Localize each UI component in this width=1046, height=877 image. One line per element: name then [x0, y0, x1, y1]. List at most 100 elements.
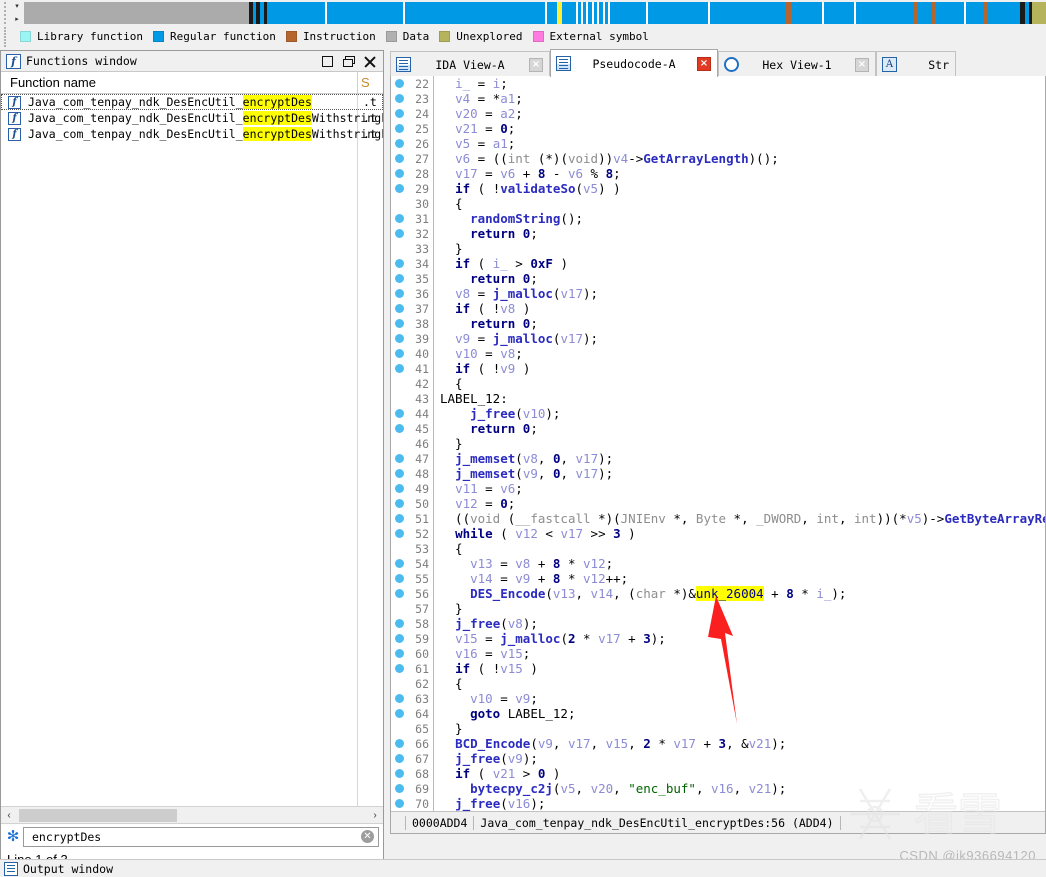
column-header-function-name[interactable]: Function name — [1, 75, 96, 90]
code-text[interactable]: v20 = a2; — [440, 106, 523, 121]
navigator-segment[interactable] — [648, 2, 708, 24]
code-text[interactable]: goto LABEL_12; — [440, 706, 575, 721]
code-text[interactable]: return 0; — [440, 226, 538, 241]
code-text[interactable]: v12 = 0; — [440, 496, 515, 511]
code-line[interactable]: 62 { — [391, 676, 1045, 691]
navigator-arrows[interactable]: ▾ ▸ — [10, 0, 24, 26]
code-line[interactable]: 32 return 0; — [391, 226, 1045, 241]
navigator-segment[interactable] — [966, 2, 984, 24]
code-text[interactable]: j_memset(v9, 0, v17); — [440, 466, 613, 481]
code-line[interactable]: 60 v16 = v15; — [391, 646, 1045, 661]
code-text[interactable]: v13 = v8 + 8 * v12; — [440, 556, 613, 571]
breakpoint-dot-icon[interactable] — [395, 784, 404, 793]
scroll-track[interactable] — [17, 808, 367, 822]
code-text[interactable]: } — [440, 241, 463, 256]
breakpoint-dot-icon[interactable] — [395, 94, 404, 103]
code-text[interactable]: BCD_Encode(v9, v17, v15, 2 * v17 + 3, &v… — [440, 736, 786, 751]
code-line[interactable]: 66 BCD_Encode(v9, v17, v15, 2 * v17 + 3,… — [391, 736, 1045, 751]
code-line[interactable]: 48 j_memset(v9, 0, v17); — [391, 466, 1045, 481]
code-line[interactable]: 37 if ( !v8 ) — [391, 301, 1045, 316]
breakpoint-dot-icon[interactable] — [395, 364, 404, 373]
code-line[interactable]: 57 } — [391, 601, 1045, 616]
table-row[interactable]: f Java_com_tenpay_ndk_DesEncUtil_encryptD… — [1, 126, 383, 142]
output-window-bar[interactable]: Output window — [0, 859, 1046, 877]
breakpoint-dot-icon[interactable] — [395, 79, 404, 88]
code-text[interactable]: if ( !v9 ) — [440, 361, 530, 376]
tab-ida-view-a[interactable]: IDA View-A × — [390, 51, 550, 77]
navigator-strip[interactable] — [24, 2, 1046, 24]
code-text[interactable]: v11 = v6; — [440, 481, 523, 496]
scroll-thumb[interactable] — [19, 808, 177, 822]
code-text[interactable]: if ( !v8 ) — [440, 301, 530, 316]
code-text[interactable]: v15 = j_malloc(2 * v17 + 3); — [440, 631, 666, 646]
navigator-segment[interactable] — [856, 2, 914, 24]
breakpoint-dot-icon[interactable] — [395, 694, 404, 703]
code-text[interactable]: v5 = a1; — [440, 136, 515, 151]
code-text[interactable]: v6 = ((int (*)(void))v4->GetArrayLength)… — [440, 151, 779, 166]
code-line[interactable]: 53 { — [391, 541, 1045, 556]
navigator-segment[interactable] — [710, 2, 786, 24]
code-text[interactable]: j_free(v10); — [440, 406, 560, 421]
code-text[interactable]: if ( !v15 ) — [440, 661, 538, 676]
code-line[interactable]: 50 v12 = 0; — [391, 496, 1045, 511]
code-text[interactable]: randomString(); — [440, 211, 583, 226]
code-text[interactable]: { — [440, 376, 463, 391]
code-line[interactable]: 42 { — [391, 376, 1045, 391]
breakpoint-dot-icon[interactable] — [395, 724, 404, 733]
code-line[interactable]: 47 j_memset(v8, 0, v17); — [391, 451, 1045, 466]
code-line[interactable]: 25 v21 = 0; — [391, 121, 1045, 136]
code-line[interactable]: 46 } — [391, 436, 1045, 451]
code-text[interactable]: } — [440, 436, 463, 451]
functions-horizontal-scrollbar[interactable]: ‹ › — [1, 806, 383, 823]
code-line[interactable]: 44 j_free(v10); — [391, 406, 1045, 421]
breakpoint-dot-icon[interactable] — [395, 124, 404, 133]
breakpoint-dot-icon[interactable] — [395, 769, 404, 778]
code-text[interactable]: v8 = j_malloc(v17); — [440, 286, 598, 301]
breakpoint-dot-icon[interactable] — [395, 109, 404, 118]
tab-close-icon[interactable]: × — [855, 57, 869, 72]
functions-column-header[interactable]: Function name S — [1, 72, 383, 94]
code-line[interactable]: 64 goto LABEL_12; — [391, 706, 1045, 721]
navigator-segment[interactable] — [267, 2, 325, 24]
code-line[interactable]: 58 j_free(v8); — [391, 616, 1045, 631]
scroll-left-icon[interactable]: ‹ — [1, 810, 17, 821]
code-line[interactable]: 26 v5 = a1; — [391, 136, 1045, 151]
breakpoint-dot-icon[interactable] — [395, 139, 404, 148]
maximize-icon[interactable] — [322, 55, 333, 67]
code-line[interactable]: 45 return 0; — [391, 421, 1045, 436]
breakpoint-dot-icon[interactable] — [395, 154, 404, 163]
breakpoint-dot-icon[interactable] — [395, 199, 404, 208]
scroll-right-icon[interactable]: › — [367, 810, 383, 821]
breakpoint-dot-icon[interactable] — [395, 334, 404, 343]
code-line[interactable]: 38 return 0; — [391, 316, 1045, 331]
code-text[interactable]: { — [440, 196, 463, 211]
navigator-band[interactable]: ▾ ▸ — [0, 0, 1046, 36]
breakpoint-dot-icon[interactable] — [395, 184, 404, 193]
navigator-segment[interactable] — [936, 2, 964, 24]
view-tabstrip[interactable]: IDA View-A × Pseudocode-A × Hex View-1 × A Str — [390, 48, 1046, 77]
code-text[interactable]: i_ = i; — [440, 76, 508, 91]
breakpoint-dot-icon[interactable] — [395, 634, 404, 643]
tab-pseudocode-a[interactable]: Pseudocode-A × — [550, 49, 718, 77]
navigator-segment[interactable] — [24, 2, 249, 24]
code-line[interactable]: 36 v8 = j_malloc(v17); — [391, 286, 1045, 301]
breakpoint-dot-icon[interactable] — [395, 619, 404, 628]
segment-cell[interactable]: .t — [363, 111, 377, 125]
navigator-segment[interactable] — [918, 2, 932, 24]
code-line[interactable]: 49 v11 = v6; — [391, 481, 1045, 496]
code-text[interactable]: } — [440, 721, 463, 736]
breakpoint-dot-icon[interactable] — [395, 349, 404, 358]
code-text[interactable]: while ( v12 < v17 >> 3 ) — [440, 526, 636, 541]
code-text[interactable]: v10 = v9; — [440, 691, 538, 706]
navigator-segment[interactable] — [610, 2, 646, 24]
clear-circle-icon[interactable]: ✕ — [361, 830, 374, 843]
breakpoint-dot-icon[interactable] — [395, 469, 404, 478]
code-text[interactable]: j_free(v16); — [440, 796, 545, 811]
breakpoint-dot-icon[interactable] — [395, 499, 404, 508]
code-line[interactable]: 69 bytecpy_c2j(v5, v20, "enc_buf", v16, … — [391, 781, 1045, 796]
code-text[interactable]: j_free(v8); — [440, 616, 538, 631]
code-line[interactable]: 70 j_free(v16); — [391, 796, 1045, 811]
code-line[interactable]: 43 LABEL_12: — [391, 391, 1045, 406]
breakpoint-dot-icon[interactable] — [395, 664, 404, 673]
function-name-cell[interactable]: Java_com_tenpay_ndk_DesEncUtil_encryptDe… — [28, 127, 383, 141]
